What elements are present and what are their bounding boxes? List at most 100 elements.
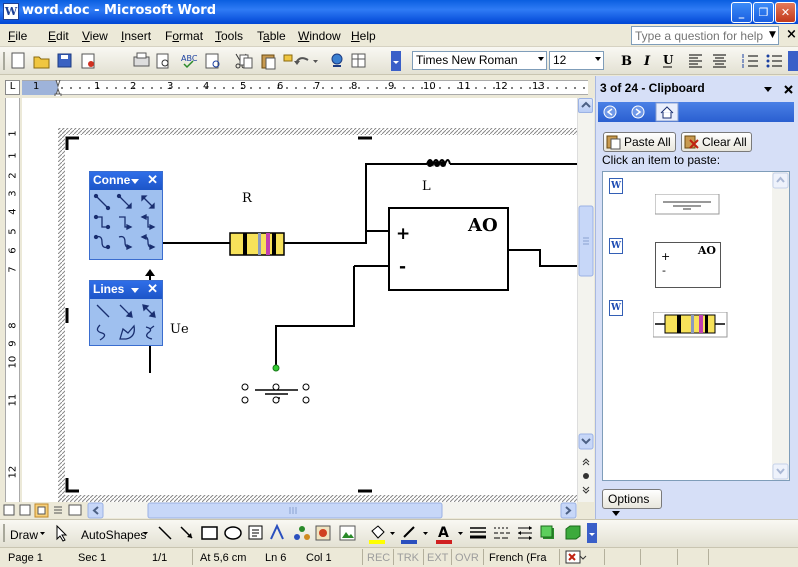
spelling-status-icon[interactable] bbox=[565, 550, 587, 565]
menu-file[interactable]: File bbox=[8, 29, 27, 43]
menu-table[interactable]: Table bbox=[257, 29, 286, 43]
connectors-toolbar[interactable]: Conne ✕ bbox=[89, 171, 163, 260]
clip-art-icon[interactable] bbox=[315, 525, 331, 541]
line-icon[interactable] bbox=[96, 304, 110, 318]
font-name-combo[interactable]: Times New Roman bbox=[412, 51, 547, 70]
menu-help[interactable]: Help bbox=[351, 29, 376, 43]
dash-style-icon[interactable] bbox=[494, 527, 510, 539]
curved-connector-icon[interactable] bbox=[93, 234, 111, 250]
ground-symbol-selected[interactable] bbox=[241, 364, 310, 404]
outline-view-icon[interactable] bbox=[54, 506, 62, 514]
document-close-button[interactable]: × bbox=[786, 27, 797, 42]
elbow-arrow-connector-icon[interactable] bbox=[119, 216, 133, 231]
elbow-connector-icon[interactable] bbox=[93, 214, 111, 230]
clipboard-item[interactable]: W bbox=[607, 178, 772, 228]
fill-color-dropdown-icon[interactable] bbox=[390, 532, 395, 535]
undo-icon[interactable] bbox=[294, 57, 309, 65]
research-icon[interactable] bbox=[205, 53, 220, 69]
toolbar-dropdown-icon[interactable] bbox=[131, 179, 139, 184]
arrow-tool-icon[interactable] bbox=[180, 526, 193, 539]
format-painter-icon[interactable] bbox=[283, 54, 293, 62]
print-layout-view-icon[interactable] bbox=[34, 503, 49, 518]
italic-icon[interactable]: I bbox=[643, 54, 651, 69]
menu-insert[interactable]: Insert bbox=[121, 29, 151, 43]
clipboard-item-list[interactable]: W W AO + - W bbox=[602, 171, 790, 481]
lines-toolbar-dropdown-icon[interactable] bbox=[131, 288, 139, 293]
numbering-icon[interactable] bbox=[742, 54, 758, 68]
paste-icon[interactable] bbox=[261, 54, 276, 70]
status-record-macro[interactable]: REC bbox=[367, 552, 390, 564]
tab-selector[interactable]: L bbox=[5, 80, 20, 95]
open-folder-icon[interactable] bbox=[33, 56, 50, 69]
clipboard-item[interactable]: W AO + - bbox=[607, 238, 772, 292]
line-color-icon[interactable] bbox=[401, 526, 417, 544]
help-search-input[interactable] bbox=[631, 26, 779, 45]
wordart-icon[interactable] bbox=[270, 523, 284, 540]
oval-tool-icon[interactable] bbox=[224, 526, 242, 540]
scribble-icon[interactable] bbox=[145, 325, 155, 340]
connectors-toolbar-title[interactable]: Conne ✕ bbox=[90, 172, 162, 190]
help-dropdown-icon[interactable]: ▼ bbox=[769, 30, 776, 40]
3d-style-icon[interactable] bbox=[565, 525, 581, 540]
status-overtype[interactable]: OVR bbox=[455, 552, 479, 564]
lines-toolbar-title[interactable]: Lines ✕ bbox=[90, 281, 162, 299]
menu-edit[interactable]: Edit bbox=[48, 29, 69, 43]
toolbar-options-icon[interactable] bbox=[391, 51, 401, 71]
arrow-icon[interactable] bbox=[119, 304, 133, 318]
rectangle-tool-icon[interactable] bbox=[201, 526, 218, 540]
task-pane-menu-icon[interactable] bbox=[764, 87, 772, 92]
toolbar-close-icon[interactable]: ✕ bbox=[147, 172, 158, 188]
word-app-icon[interactable]: W bbox=[3, 3, 19, 20]
align-left-icon[interactable] bbox=[689, 54, 702, 68]
select-objects-icon[interactable] bbox=[56, 524, 68, 542]
bold-icon[interactable]: B bbox=[621, 54, 632, 69]
font-color-icon[interactable]: A bbox=[436, 525, 452, 544]
font-name-dropdown-icon[interactable] bbox=[538, 57, 544, 61]
double-arrow-icon[interactable] bbox=[142, 304, 156, 318]
lines-toolbar-close-icon[interactable]: ✕ bbox=[147, 281, 158, 297]
elbow-double-arrow-connector-icon[interactable] bbox=[140, 213, 156, 231]
curved-arrow-connector-icon[interactable] bbox=[118, 235, 133, 251]
minimize-button[interactable]: _ bbox=[731, 2, 752, 23]
web-layout-view-icon[interactable] bbox=[19, 504, 31, 516]
status-track-changes[interactable]: TRK bbox=[397, 552, 419, 564]
line-style-icon[interactable] bbox=[470, 527, 486, 539]
diagram-icon[interactable] bbox=[294, 526, 310, 540]
draw-dropdown-icon[interactable] bbox=[40, 532, 45, 535]
freeform-icon[interactable] bbox=[119, 324, 135, 340]
line-tool-icon[interactable] bbox=[158, 526, 172, 540]
font-size-dropdown-icon[interactable] bbox=[595, 57, 601, 61]
normal-view-icon[interactable] bbox=[3, 504, 15, 516]
resistor-symbol[interactable] bbox=[229, 232, 285, 256]
drawing-toolbar-options-icon[interactable] bbox=[587, 523, 597, 543]
permission-icon[interactable] bbox=[81, 53, 95, 69]
inductor-symbol[interactable] bbox=[426, 159, 451, 167]
toolbar-options-right-icon[interactable] bbox=[788, 51, 798, 71]
reading-layout-view-icon[interactable] bbox=[68, 504, 82, 516]
undo-dropdown-icon[interactable] bbox=[313, 60, 318, 63]
straight-connector-icon[interactable] bbox=[93, 193, 111, 211]
align-center-icon[interactable] bbox=[713, 54, 726, 68]
line-color-dropdown-icon[interactable] bbox=[423, 532, 428, 535]
font-color-dropdown-icon[interactable] bbox=[458, 532, 463, 535]
menu-view[interactable]: View bbox=[82, 29, 108, 43]
clipboard-list-scrollbar[interactable] bbox=[772, 172, 789, 480]
menu-format[interactable]: Format bbox=[165, 29, 203, 43]
home-icon[interactable] bbox=[655, 102, 679, 122]
back-icon[interactable] bbox=[603, 105, 617, 119]
text-box-icon[interactable] bbox=[248, 525, 263, 540]
picture-icon[interactable] bbox=[339, 525, 356, 541]
close-button[interactable]: ✕ bbox=[775, 2, 796, 23]
fill-color-icon[interactable] bbox=[369, 525, 385, 544]
save-icon[interactable] bbox=[57, 53, 72, 68]
clipboard-item[interactable]: W bbox=[607, 300, 772, 350]
arrow-style-icon[interactable] bbox=[518, 526, 532, 540]
curved-double-arrow-connector-icon[interactable] bbox=[140, 233, 156, 251]
hyperlink-icon[interactable] bbox=[331, 53, 343, 67]
print-icon[interactable] bbox=[133, 52, 150, 67]
lines-toolbar[interactable]: Lines ✕ bbox=[89, 280, 163, 346]
horizontal-scroll-thumb[interactable] bbox=[147, 502, 443, 519]
bullets-icon[interactable] bbox=[766, 54, 783, 68]
straight-double-arrow-connector-icon[interactable] bbox=[141, 195, 155, 209]
maximize-button[interactable]: ❐ bbox=[753, 2, 774, 23]
